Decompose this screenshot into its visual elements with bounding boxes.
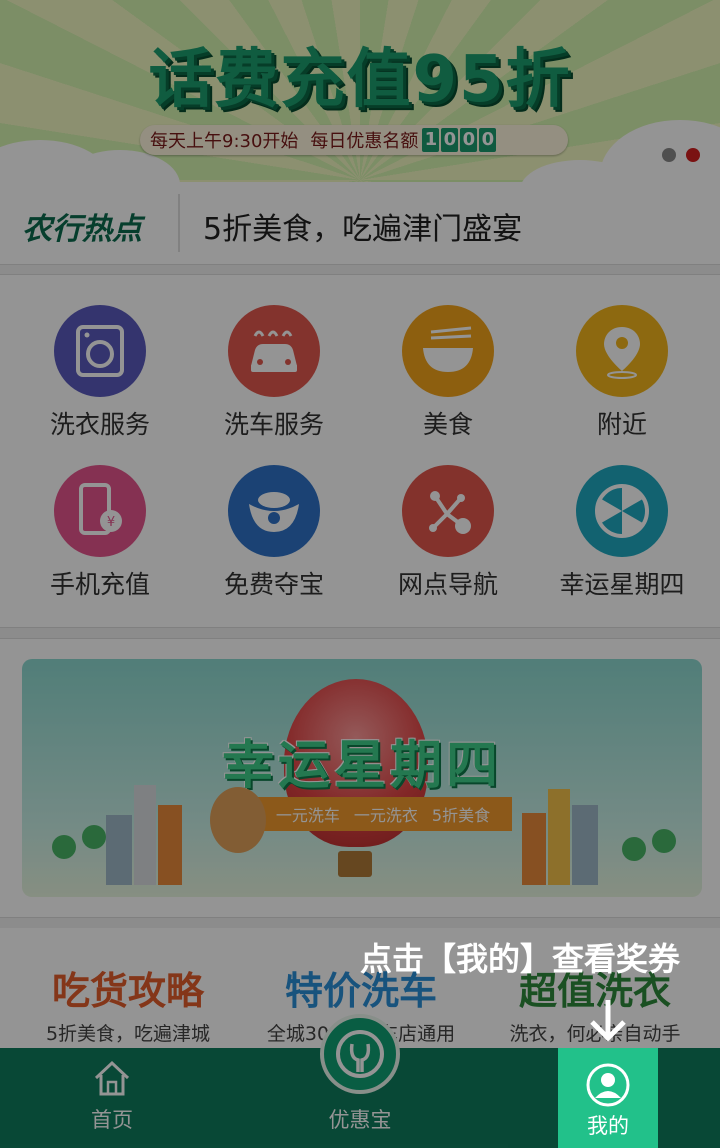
top-banner[interactable]: 话费充值95折 每天上午9:30开始 每日优惠名额 1 0 0 0 — [0, 0, 720, 182]
service-car-wash[interactable]: 洗车服务 — [187, 305, 361, 441]
building — [158, 805, 182, 885]
service-label: 手机充值 — [49, 570, 150, 599]
nav-me[interactable]: 我的 — [558, 1048, 658, 1148]
hot-news-text[interactable]: 5折美食，吃遍津门盛宴 — [203, 204, 522, 248]
service-treasure[interactable]: 免费夺宝 — [187, 465, 361, 601]
quota-digit: 0 — [441, 128, 459, 152]
building — [572, 805, 598, 885]
promo-title: 吃货攻略 — [51, 969, 204, 1013]
service-phone-recharge[interactable]: ¥ 手机充值 — [13, 465, 187, 601]
nav-label: 首页 — [91, 1108, 133, 1132]
banner-title: 话费充值95折 — [148, 43, 572, 117]
building — [106, 815, 132, 885]
building — [548, 789, 570, 885]
carousel-dot[interactable] — [662, 148, 676, 162]
promo-foodie-guide[interactable]: 吃货攻略 5折美食，吃遍津城 — [8, 960, 248, 1046]
quota-digit: 0 — [460, 128, 478, 152]
service-label: 附近 — [596, 410, 647, 439]
service-label: 网点导航 — [397, 570, 498, 599]
abc-logo-button[interactable] — [320, 1014, 400, 1094]
tree — [622, 837, 646, 861]
service-label: 免费夺宝 — [223, 570, 324, 599]
promo-section: 幸运星期四 一元洗车 一元洗衣 5折美食 — [0, 638, 720, 918]
tree — [52, 835, 76, 859]
service-laundry[interactable]: 洗衣服务 — [13, 305, 187, 441]
bowl-icon — [402, 305, 494, 397]
carousel-dots — [662, 148, 700, 162]
arrow-down-icon — [588, 998, 628, 1046]
quota-digit: 0 — [479, 128, 497, 152]
user-icon — [558, 1048, 658, 1108]
home-icon — [62, 1048, 162, 1098]
lucky-thursday-banner[interactable]: 幸运星期四 一元洗车 一元洗衣 5折美食 — [22, 659, 702, 897]
building — [134, 785, 156, 885]
service-label: 美食 — [422, 410, 473, 439]
service-lucky-thursday[interactable]: 幸运星期四 — [535, 465, 709, 601]
lucky-wheel-icon — [576, 465, 668, 557]
service-grid: 洗衣服务 洗车服务 美食 附近 ¥ 手机充值 免费夺宝 网点导航 幸运星期四 — [0, 274, 720, 628]
svg-text:¥: ¥ — [107, 515, 115, 530]
network-nav-icon — [402, 465, 494, 557]
balloon-basket — [338, 851, 372, 877]
building — [522, 813, 546, 885]
service-label: 洗车服务 — [223, 410, 324, 439]
washing-machine-icon — [54, 305, 146, 397]
abc-logo-icon — [336, 1030, 384, 1078]
tree — [82, 825, 106, 849]
tree — [652, 829, 676, 853]
hot-news-label: 农行热点 — [22, 212, 142, 247]
nav-label: 我的 — [587, 1114, 629, 1138]
nav-home[interactable]: 首页 — [62, 1048, 162, 1148]
ribbon-item: 5折美食 — [431, 806, 491, 825]
service-label: 洗衣服务 — [49, 410, 150, 439]
carousel-dot-active[interactable] — [686, 148, 700, 162]
service-food[interactable]: 美食 — [361, 305, 535, 441]
ribbon-item: 一元洗车 — [275, 806, 340, 825]
promo-subtitle: 5折美食，吃遍津城 — [45, 1023, 211, 1045]
divider — [178, 194, 180, 252]
banner-subtitle: 每天上午9:30开始 每日优惠名额 1 0 0 0 — [140, 125, 568, 155]
ribbon-item: 一元洗衣 — [353, 806, 418, 825]
banner-start-time: 每天上午9:30开始 — [150, 131, 299, 152]
hot-news-bar[interactable]: 农行热点 5折美食，吃遍津门盛宴 — [0, 182, 720, 265]
promo-ribbon: 一元洗车 一元洗衣 5折美食 — [254, 797, 512, 831]
quota-digit: 1 — [422, 128, 440, 152]
location-pin-icon — [576, 305, 668, 397]
car-wash-icon — [228, 305, 320, 397]
monkey-mascot — [210, 787, 266, 853]
tutorial-hint: 点击【我的】查看奖券 — [360, 940, 681, 978]
service-label: 幸运星期四 — [559, 570, 685, 599]
nav-label: 优惠宝 — [328, 1108, 392, 1132]
service-branch-nav[interactable]: 网点导航 — [361, 465, 535, 601]
treasure-icon — [228, 465, 320, 557]
service-nearby[interactable]: 附近 — [535, 305, 709, 441]
promo-title: 幸运星期四 — [221, 736, 502, 796]
quota-counter: 1 0 0 0 — [422, 128, 497, 152]
banner-quota-label: 每日优惠名额 — [310, 131, 419, 152]
phone-recharge-icon: ¥ — [54, 465, 146, 557]
